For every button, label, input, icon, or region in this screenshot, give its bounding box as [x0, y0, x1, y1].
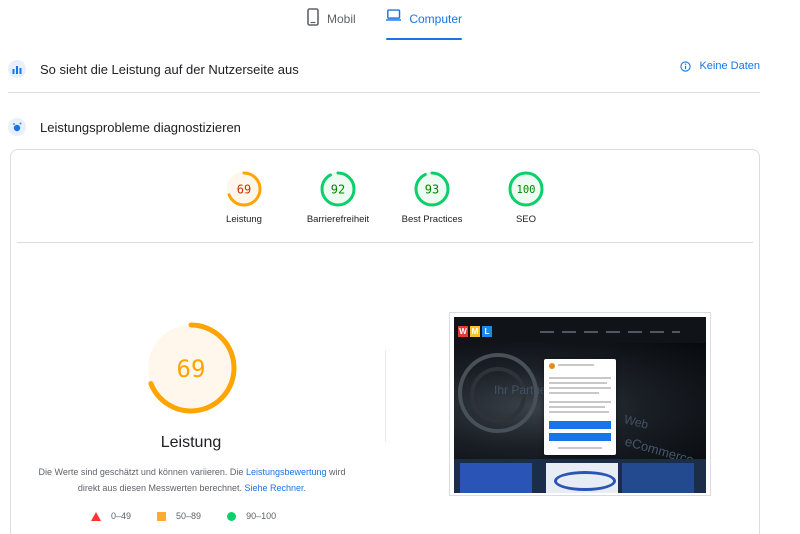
cookie-button	[549, 421, 611, 429]
tab-mobile[interactable]: Mobil	[307, 8, 356, 40]
gauge-best-practices[interactable]: 93 Best Practices	[387, 170, 477, 225]
gauge-ring: 100	[508, 171, 544, 207]
triangle-icon	[91, 511, 101, 521]
gauge-label: SEO	[515, 214, 537, 225]
gauge-label: Leistung	[226, 214, 262, 225]
gauge-ring: 69	[226, 171, 262, 207]
site-nav-links	[540, 331, 680, 333]
performance-score-link[interactable]: Leistungsbewertung	[246, 467, 327, 477]
gauge-performance[interactable]: 69 Leistung	[199, 170, 289, 225]
square-icon	[157, 511, 167, 521]
site-logo: M	[470, 326, 480, 337]
cookie-text-line	[549, 401, 611, 403]
diagnostics-title: Leistungsprobleme diagnostizieren	[40, 119, 241, 135]
lab-flask-icon	[8, 118, 26, 136]
site-tile	[622, 463, 694, 493]
cookie-text-line	[549, 377, 611, 379]
legend-range: 50–89	[176, 511, 202, 521]
score-legend: 0–49 50–89 90–100	[91, 511, 302, 521]
no-data-link[interactable]: Keine Daten	[680, 60, 760, 72]
report-card: 69 Leistung 92 Barrierefreiheit 93 Best …	[10, 149, 760, 534]
cookie-icon	[549, 363, 555, 369]
circle-icon	[227, 511, 237, 521]
gauge-ring: 93	[414, 171, 450, 207]
page-screenshot[interactable]: W M L Ihr Partner Web eCommerce	[449, 312, 711, 496]
site-logo: W	[458, 326, 468, 337]
legend-item-average: 50–89	[157, 511, 201, 521]
performance-gauge-large: 69	[145, 322, 237, 414]
cookie-text-line	[549, 392, 599, 394]
legend-range: 0–49	[111, 511, 132, 521]
field-data-header: So sieht die Leistung auf der Nutzerseit…	[8, 58, 760, 80]
gauge-ring: 92	[320, 171, 356, 207]
site-tile	[546, 463, 618, 493]
tab-desktop[interactable]: Computer	[386, 8, 462, 40]
calculator-link[interactable]: Siehe Rechner.	[245, 483, 307, 493]
tab-desktop-label: Computer	[409, 12, 462, 26]
score-description: Die Werte sind geschätzt und können vari…	[27, 464, 357, 496]
info-icon	[680, 60, 692, 72]
cookie-text-line	[549, 387, 611, 389]
device-tabs: Mobil Computer	[0, 0, 800, 40]
people-chart-icon	[8, 60, 26, 78]
gauge-seo[interactable]: 100 SEO	[481, 170, 571, 225]
screenshot-image: W M L Ihr Partner Web eCommerce	[454, 317, 706, 493]
phone-icon	[307, 8, 319, 26]
cookie-text-line	[549, 382, 607, 384]
diagnostics-header: Leistungsprobleme diagnostizieren	[8, 116, 760, 138]
tab-mobile-label: Mobil	[327, 12, 356, 26]
laptop-icon	[386, 9, 402, 21]
hero-text: Ihr Partner	[494, 383, 551, 397]
gauge-value: 100	[517, 184, 536, 196]
cookie-text-line	[558, 364, 594, 366]
site-tiles	[454, 459, 706, 493]
vertical-divider	[385, 350, 386, 442]
site-tile	[460, 463, 532, 493]
gauge-value: 92	[331, 183, 345, 197]
cookie-text-line	[549, 406, 605, 408]
no-data-label: Keine Daten	[699, 60, 760, 72]
description-text: Die Werte sind geschätzt und können vari…	[38, 467, 246, 477]
field-data-title: So sieht die Leistung auf der Nutzerseit…	[40, 61, 299, 77]
gauge-accessibility[interactable]: 92 Barrierefreiheit	[293, 170, 383, 225]
gauge-value: 93	[425, 183, 439, 197]
divider	[8, 92, 760, 93]
performance-title: Leistung	[160, 434, 222, 451]
cookie-button	[549, 433, 611, 441]
big-gauge-value: 69	[177, 355, 206, 383]
site-navbar: W M L	[454, 317, 706, 343]
cookie-text-line	[558, 447, 602, 449]
score-gauges: 69 Leistung 92 Barrierefreiheit 93 Best …	[11, 170, 761, 230]
gauge-label: Barrierefreiheit	[306, 214, 370, 225]
gauge-label: Best Practices	[401, 214, 463, 225]
legend-range: 90–100	[246, 511, 277, 521]
cookie-dialog	[544, 359, 616, 455]
gauge-value: 69	[237, 183, 251, 197]
legend-item-good: 90–100	[227, 511, 276, 521]
legend-item-poor: 0–49	[91, 511, 131, 521]
cookie-text-line	[549, 411, 609, 413]
divider	[17, 242, 753, 243]
site-logo: L	[482, 326, 492, 337]
